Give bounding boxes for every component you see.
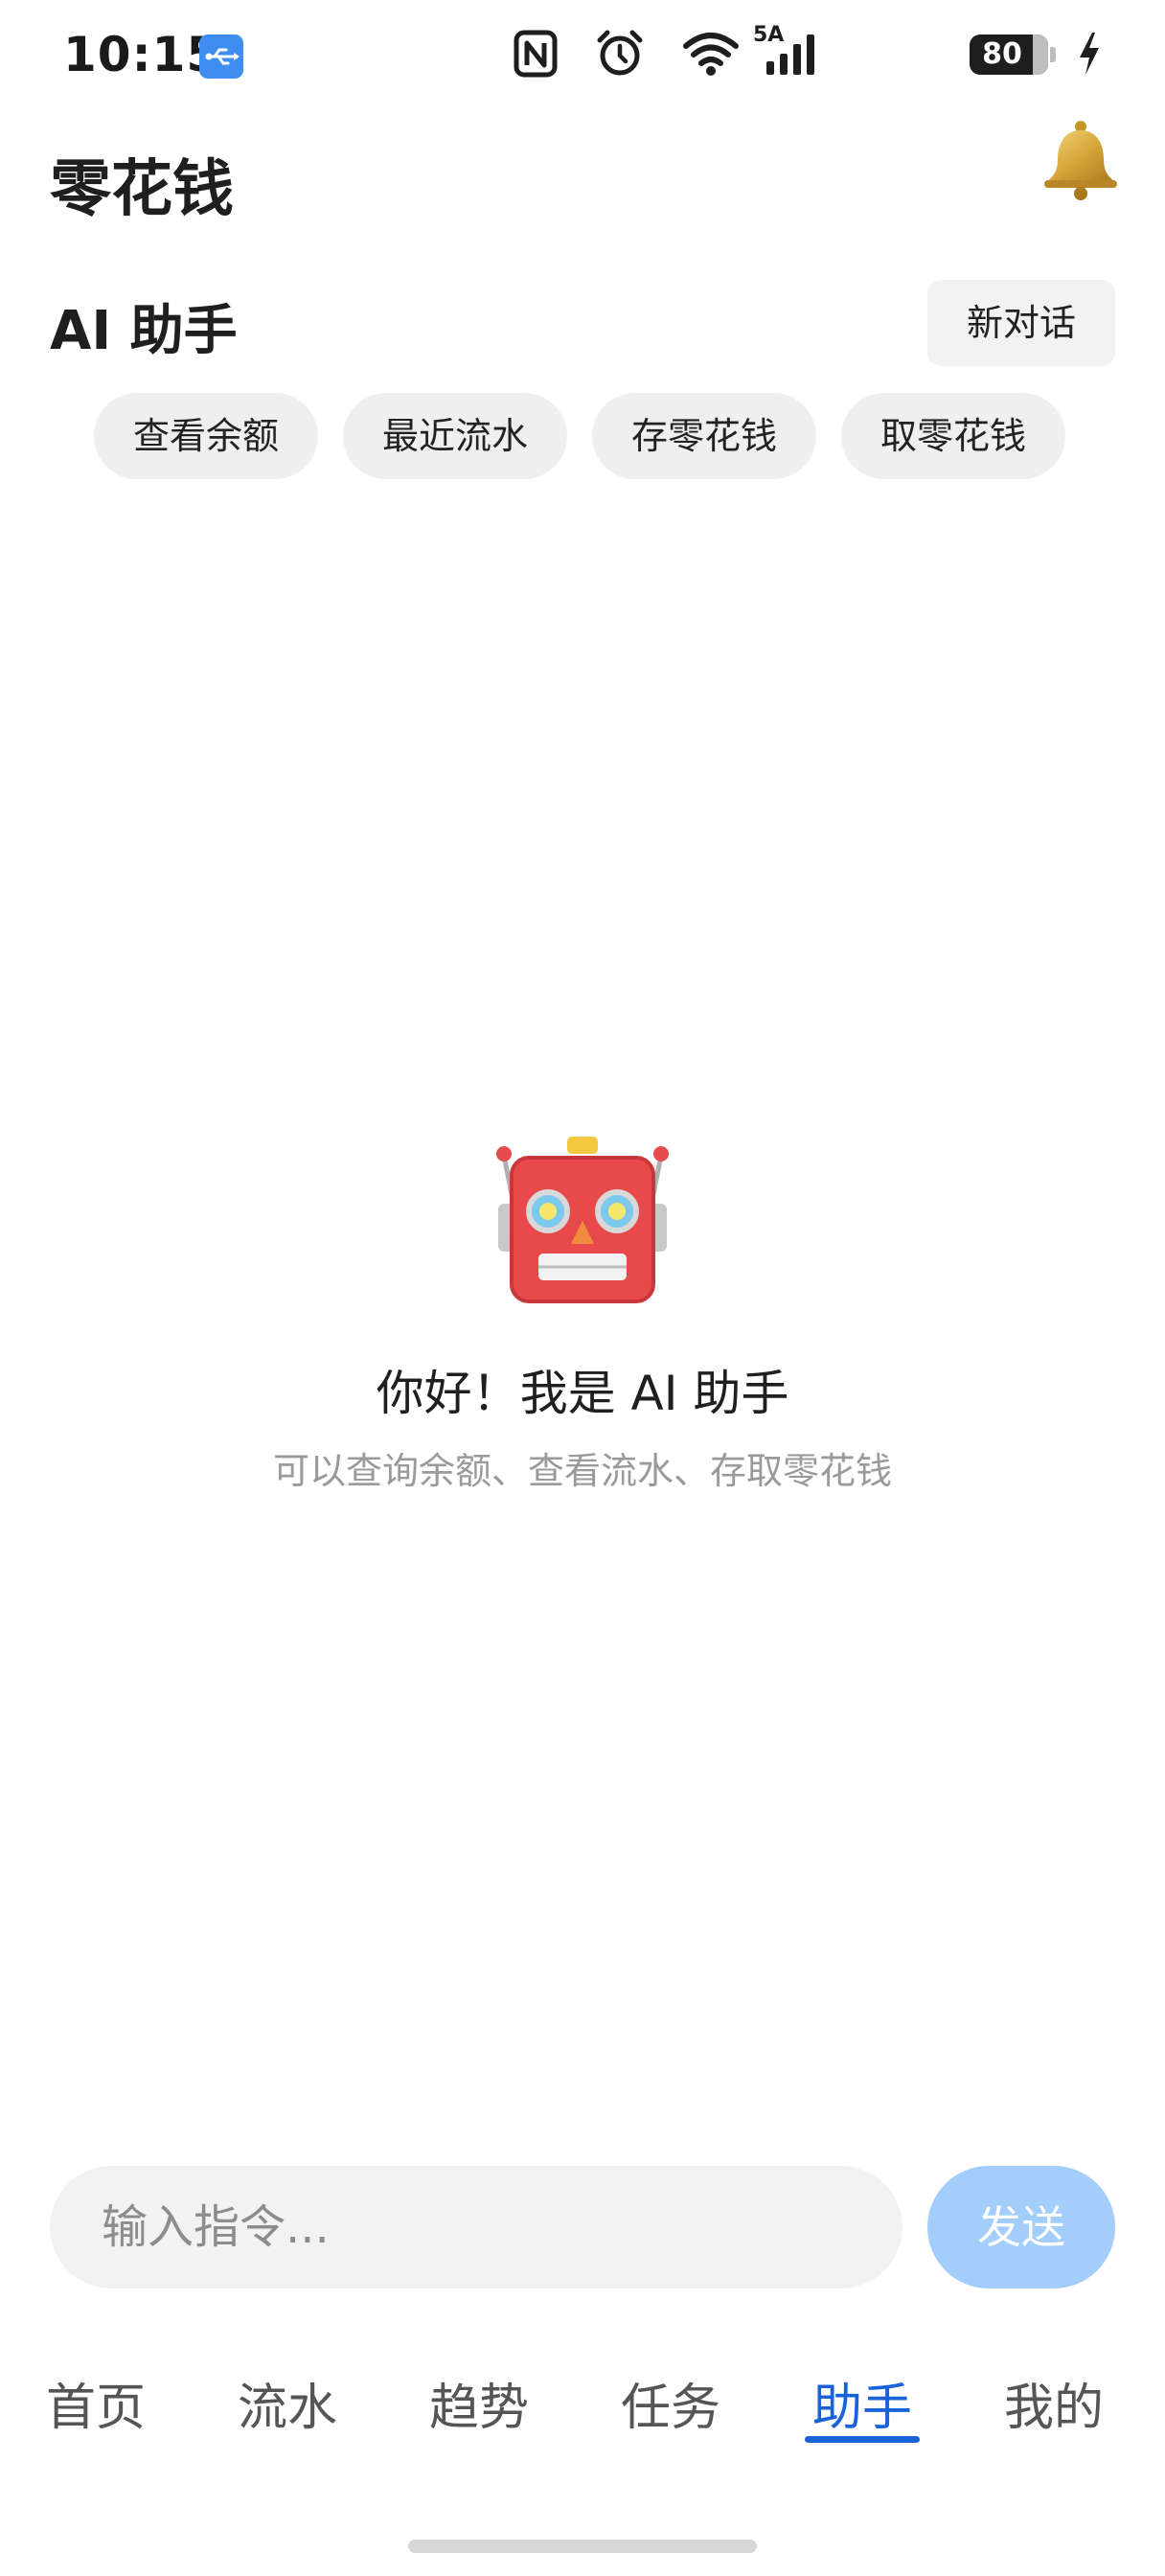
- home-indicator[interactable]: [408, 2540, 757, 2553]
- nav-item-trends[interactable]: 趋势: [422, 2367, 537, 2439]
- alarm-icon: [596, 29, 644, 82]
- empty-state-subtitle: 可以查询余额、查看流水、存取零花钱: [272, 1450, 892, 1492]
- send-button[interactable]: 发送: [927, 2166, 1115, 2288]
- nav-item-profile[interactable]: 我的: [996, 2367, 1111, 2439]
- nav-item-label: 助手: [811, 2380, 912, 2437]
- quick-action-check-balance[interactable]: 查看余额: [94, 393, 318, 479]
- quick-actions: 查看余额 最近流水 存零花钱 取零花钱: [94, 393, 1065, 479]
- nav-item-label: 趋势: [428, 2380, 529, 2437]
- screen: 10:15 5A 80 零花钱 AI 助手 新对话 查看余额 最近流水 存零花钱…: [0, 0, 1165, 2576]
- battery-level: 80: [982, 37, 1022, 71]
- robot-icon: [494, 1137, 671, 1305]
- signal-icon: 5A: [753, 23, 824, 80]
- charging-bolt-icon: [1077, 29, 1102, 82]
- nav-item-label: 我的: [1003, 2380, 1104, 2437]
- new-chat-button[interactable]: 新对话: [927, 280, 1115, 366]
- wifi-icon: [682, 29, 740, 82]
- quick-action-withdraw[interactable]: 取零花钱: [841, 393, 1065, 479]
- bell-icon[interactable]: [1039, 117, 1123, 201]
- quick-action-recent-transactions[interactable]: 最近流水: [343, 393, 567, 479]
- nav-item-tasks[interactable]: 任务: [613, 2367, 728, 2439]
- nav-item-assistant[interactable]: 助手: [805, 2367, 920, 2443]
- assistant-title: AI 助手: [50, 300, 238, 362]
- nav-item-transactions[interactable]: 流水: [230, 2367, 345, 2439]
- nav-item-label: 流水: [237, 2380, 337, 2437]
- nav-item-home[interactable]: 首页: [38, 2367, 153, 2439]
- bottom-nav: 首页 流水 趋势 任务 助手 我的: [0, 2367, 1165, 2472]
- nfc-icon: [514, 29, 560, 82]
- nav-item-label: 首页: [45, 2380, 146, 2437]
- command-input[interactable]: [50, 2166, 902, 2288]
- nav-item-label: 任务: [620, 2380, 720, 2437]
- quick-action-deposit[interactable]: 存零花钱: [592, 393, 816, 479]
- empty-state-title: 你好！我是 AI 助手: [376, 1366, 789, 1421]
- app-title: 零花钱: [50, 154, 234, 225]
- status-time: 10:15: [63, 27, 221, 82]
- active-tab-indicator: [805, 2436, 920, 2443]
- battery-indicator: 80: [970, 34, 1056, 79]
- usb-icon: [199, 34, 243, 79]
